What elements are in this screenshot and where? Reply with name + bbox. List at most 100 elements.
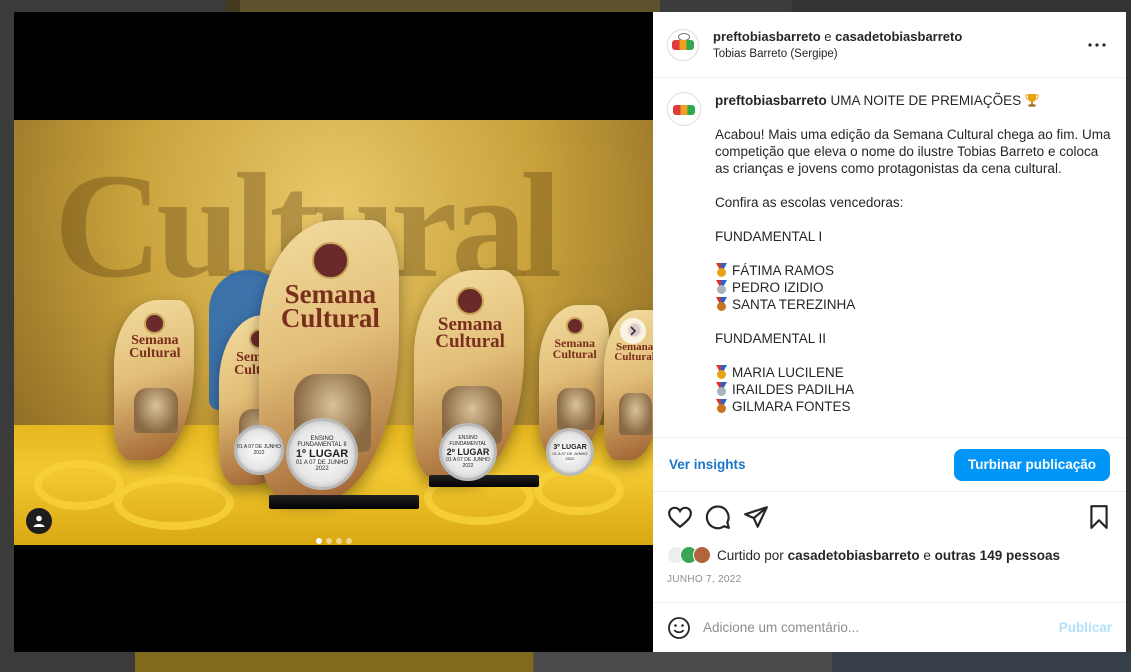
award-disc: ENSINO FUNDAMENTAL II 1º LUGAR 01 A 07 D… [286, 418, 358, 490]
trophy-label: Semana Cultural [435, 314, 505, 353]
winners-list: MARIA LUCILENE IRAILDES PADILHA GILMARA … [715, 364, 1112, 415]
likes-summary: Curtido por casadetobiasbarreto e outras… [653, 542, 1126, 568]
account-link-primary[interactable]: preftobiasbarreto [713, 29, 821, 44]
comment-input[interactable] [703, 620, 1059, 635]
trophy-seal [565, 317, 584, 336]
background-strip [240, 0, 660, 12]
winner-name: SANTA TEREZINHA [732, 297, 856, 312]
logo-mark [673, 105, 695, 115]
section-title: FUNDAMENTAL II [715, 331, 827, 346]
caption-intro: Acabou! Mais uma edição da Semana Cultur… [715, 127, 1111, 176]
ribbon [114, 475, 234, 530]
winner-name: PEDRO IZIDIO [732, 280, 824, 295]
accounts-connector: e [824, 29, 832, 44]
trophy-label: Semana Cultural [614, 341, 653, 363]
gold-medal-icon [715, 263, 728, 278]
trophy-seal [312, 242, 349, 279]
view-insights-link[interactable]: Ver insights [669, 457, 746, 472]
caption-username[interactable]: preftobiasbarreto [715, 93, 827, 108]
award-disc: 01 A 07 DE JUNHO 2022 [234, 425, 284, 475]
tagged-users-button[interactable] [26, 508, 52, 534]
disc-level: ENSINO FUNDAMENTAL II [297, 436, 347, 448]
header-accounts: preftobiasbarreto e casadetobiasbarreto [713, 29, 1082, 44]
caption-avatar[interactable] [667, 92, 701, 126]
disc-dates: 01 A 07 DE JUNHO 2022 [237, 444, 281, 456]
more-horizontal-icon [1088, 42, 1106, 47]
winner-line: GILMARA FONTES [715, 398, 1112, 415]
share-icon[interactable] [743, 504, 769, 530]
carousel-next-button[interactable] [620, 318, 646, 344]
trophy-portrait [134, 388, 178, 433]
silver-medal-icon [715, 382, 728, 397]
disc-place: 2º LUGAR [446, 447, 490, 457]
winner-name: MARIA LUCILENE [732, 365, 844, 380]
bronze-medal-icon [715, 399, 728, 414]
post-modal: Cultural Semana Cultural Semana Cultural [14, 12, 1126, 652]
disc-place: 1º LUGAR [295, 448, 349, 460]
liker-avatars [667, 546, 711, 564]
bronze-medal-icon [715, 297, 728, 312]
carousel-dot [325, 538, 332, 544]
trophy-base [429, 475, 539, 487]
post-header: preftobiasbarreto e casadetobiasbarreto … [653, 12, 1126, 78]
winner-line: IRAILDES PADILHA [715, 381, 1112, 398]
others-likes-link[interactable]: outras 149 pessoas [935, 548, 1060, 563]
liked-by-account[interactable]: casadetobiasbarreto [788, 548, 920, 563]
disc-dates: 01 A 07 DE JUNHO 2022 [446, 457, 490, 469]
post-actions [653, 492, 1126, 542]
section-title: FUNDAMENTAL I [715, 229, 823, 244]
insights-bar: Ver insights Turbinar publicação [653, 438, 1126, 492]
winner-line: MARIA LUCILENE [715, 364, 1112, 381]
carousel-dot [345, 538, 352, 544]
winner-name: IRAILDES PADILHA [732, 382, 855, 397]
post-date[interactable]: JUNHO 7, 2022 [653, 568, 1126, 602]
post-details-panel: preftobiasbarreto e casadetobiasbarreto … [653, 12, 1126, 652]
account-link-secondary[interactable]: casadetobiasbarreto [835, 29, 962, 44]
gold-medal-icon [715, 365, 728, 380]
header-text: preftobiasbarreto e casadetobiasbarreto … [713, 29, 1082, 60]
trophy-base [269, 495, 419, 509]
trophy-seal [455, 286, 485, 316]
trophy-label: Semana Cultural [280, 278, 380, 333]
silver-medal-icon [715, 280, 728, 295]
winner-line: PEDRO IZIDIO [715, 279, 1112, 296]
winner-name: FÁTIMA RAMOS [732, 263, 835, 278]
liker-avatar [693, 546, 711, 564]
caption-area: preftobiasbarreto UMA NOITE DE PREMIAÇÕE… [653, 78, 1126, 438]
bookmark-icon[interactable] [1086, 504, 1112, 530]
heart-icon[interactable] [667, 504, 693, 530]
caption-headline: UMA NOITE DE PREMIAÇÕES [830, 93, 1022, 108]
account-avatar[interactable] [667, 28, 699, 61]
carousel-dot [315, 538, 322, 544]
likes-prefix: Curtido por [717, 547, 784, 563]
disc-dates: 01 A 07 DE JUNHO 2022 [295, 460, 349, 472]
comment-icon[interactable] [705, 504, 731, 530]
chevron-right-icon [630, 326, 637, 336]
trophy-portrait [556, 387, 595, 430]
location-link[interactable]: Tobias Barreto (Sergipe) [713, 48, 1082, 60]
trophy-label: Semana Cultural [552, 336, 597, 361]
winner-name: GILMARA FONTES [732, 399, 851, 414]
disc-level: ENSINO FUNDAMENTAL [449, 435, 487, 447]
post-photo: Cultural Semana Cultural Semana Cultural [14, 120, 653, 545]
disc-dates: 01 A 07 DE JUNHO 2022 [552, 450, 588, 461]
likes-connector: e [923, 547, 931, 563]
publish-comment-button[interactable]: Publicar [1059, 620, 1112, 635]
logo-mark [672, 39, 694, 50]
person-icon [33, 515, 45, 527]
ribbon [34, 460, 124, 510]
trophy-label: Semana Cultural [129, 333, 181, 361]
winners-list: FÁTIMA RAMOS PEDRO IZIDIO SANTA TEREZINH… [715, 262, 1112, 313]
winner-line: SANTA TEREZINHA [715, 296, 1112, 313]
winner-line: FÁTIMA RAMOS [715, 262, 1112, 279]
boost-post-button[interactable]: Turbinar publicação [953, 448, 1110, 481]
trophy-portrait [619, 392, 652, 435]
award-disc: ENSINO FUNDAMENTAL 2º LUGAR 01 A 07 DE J… [439, 423, 497, 481]
comment-bar: Publicar [653, 602, 1126, 652]
carousel-dots [14, 538, 653, 544]
caption-text: preftobiasbarreto UMA NOITE DE PREMIAÇÕE… [715, 92, 1112, 437]
background-strip [135, 652, 1131, 672]
more-options-button[interactable] [1082, 30, 1112, 60]
award-disc: 3º LUGAR 01 A 07 DE JUNHO 2022 [546, 428, 594, 476]
emoji-icon[interactable] [667, 616, 691, 640]
